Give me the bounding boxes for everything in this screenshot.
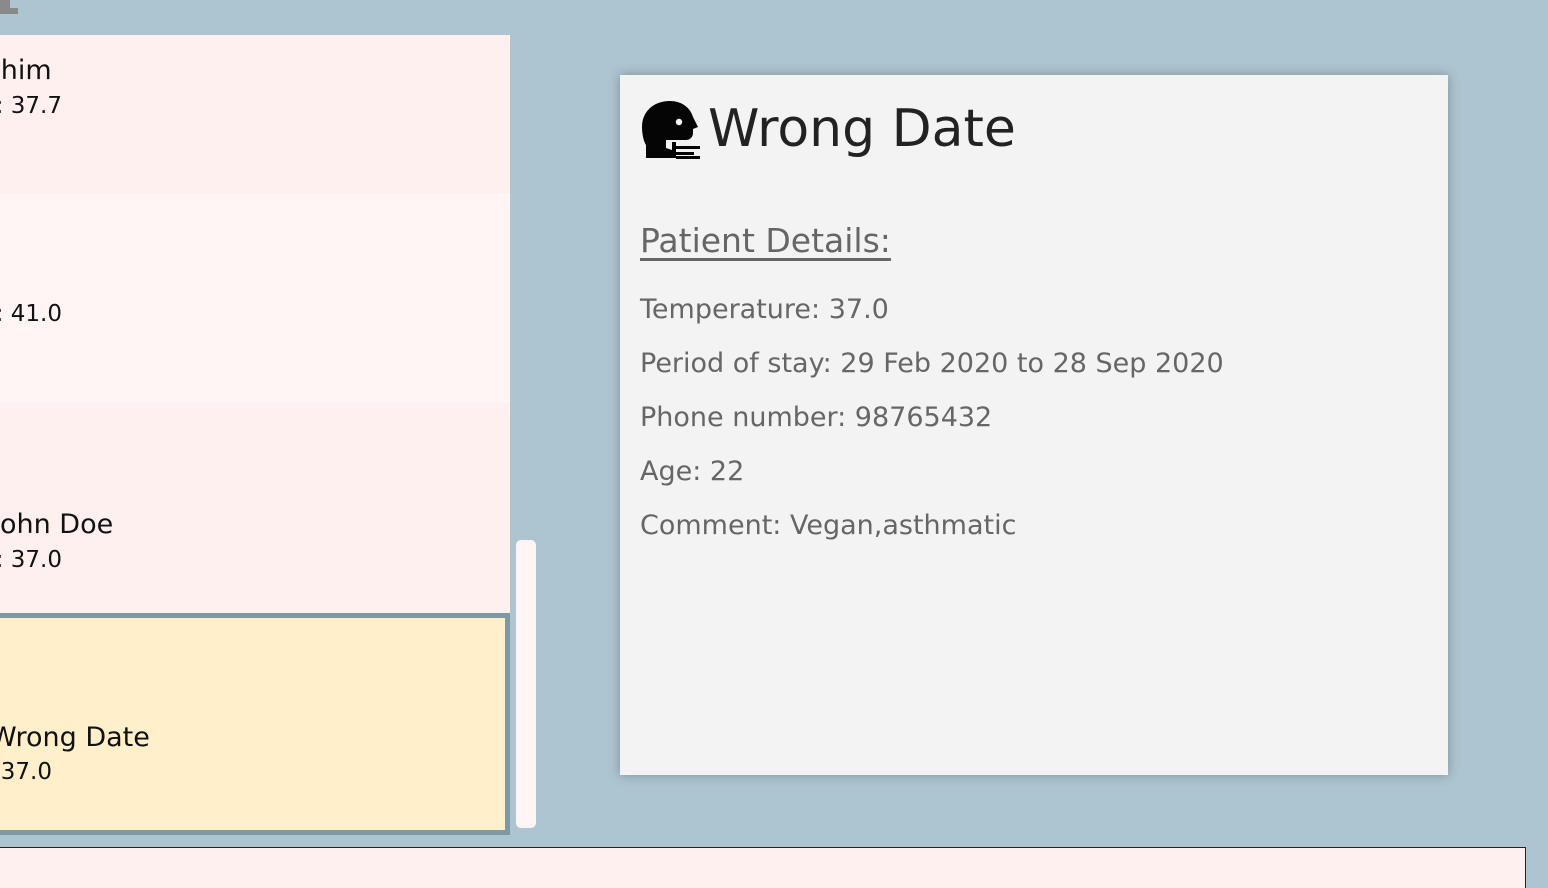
app-window: Ibrahim Temperature: 37.7 Temperature: 4… — [0, 0, 1548, 888]
detail-patient-name: Wrong Date — [708, 99, 1016, 159]
patient-temperature: Temperature: 37.7 — [0, 93, 62, 119]
patient-card[interactable]: John Doe Temperature: 37.0 — [0, 403, 510, 613]
patient-card[interactable]: Temperature: 41.0 — [0, 193, 510, 403]
detail-phone-number: Phone number: 98765432 — [640, 402, 993, 433]
patient-temperature: Temperature: 37.0 — [0, 759, 52, 785]
detail-comment: Comment: Vegan,asthmatic — [640, 510, 1017, 541]
detail-header: Wrong Date — [640, 97, 1016, 161]
detail-period-of-stay: Period of stay: 29 Feb 2020 to 28 Sep 20… — [640, 348, 1224, 379]
section-title: Patient Details: — [640, 221, 891, 260]
patient-head-icon — [640, 98, 700, 160]
patient-list: Ibrahim Temperature: 37.7 Temperature: 4… — [0, 35, 510, 835]
patient-temperature: Temperature: 37.0 — [0, 547, 62, 573]
command-result-box[interactable] — [0, 847, 1526, 888]
scrollbar-thumb[interactable] — [516, 540, 536, 828]
detail-age: Age: 22 — [640, 456, 745, 487]
patient-list-scrollbar[interactable] — [510, 35, 540, 835]
patient-name: Ibrahim — [0, 55, 52, 86]
patient-card-selected[interactable]: Wrong Date Temperature: 37.0 — [0, 613, 510, 835]
patient-name: Wrong Date — [0, 722, 150, 753]
patient-temperature: Temperature: 41.0 — [0, 301, 62, 327]
detail-temperature: Temperature: 37.0 — [640, 294, 889, 325]
corner-logo-icon — [0, 0, 24, 16]
patient-card[interactable]: Ibrahim Temperature: 37.7 — [0, 35, 510, 193]
patient-name: John Doe — [0, 509, 114, 540]
patient-detail-panel: Wrong Date Patient Details: Temperature:… — [620, 75, 1448, 775]
